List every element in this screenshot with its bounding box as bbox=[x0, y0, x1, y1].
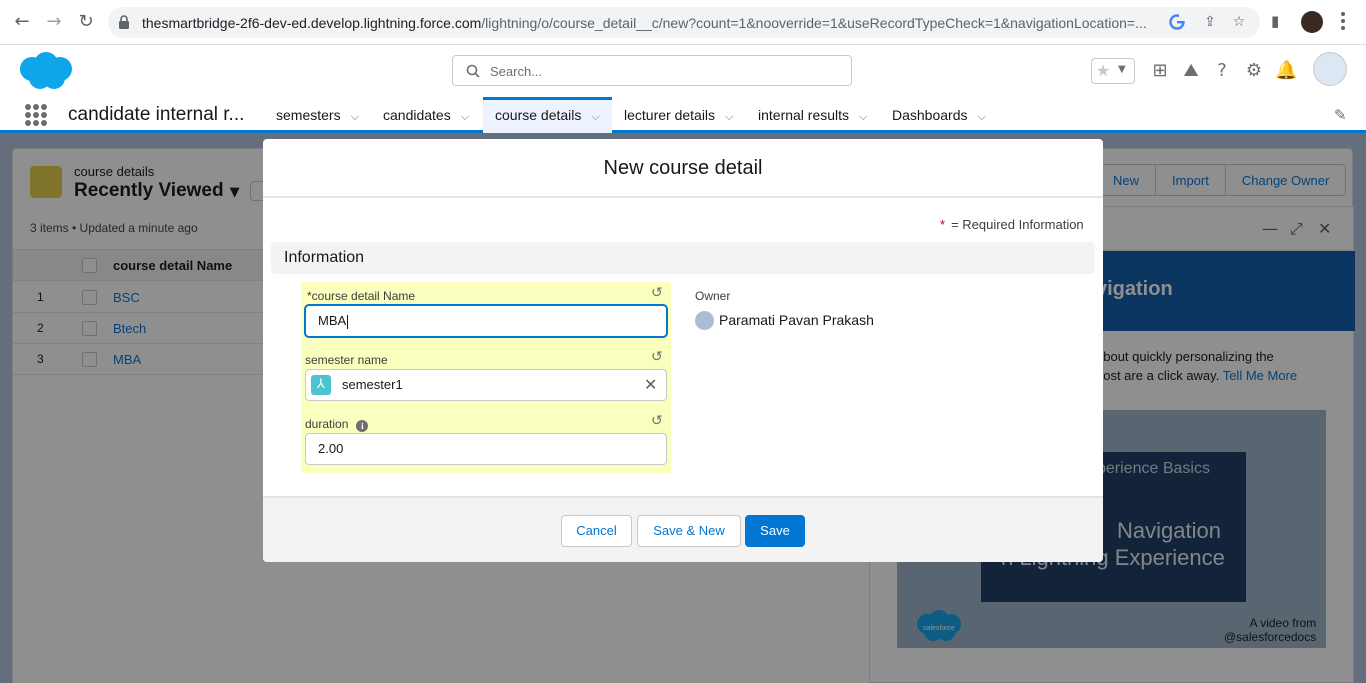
undo-icon[interactable]: ↺ bbox=[651, 285, 663, 301]
bookmark-star-icon[interactable]: ☆ bbox=[1230, 13, 1248, 31]
lock-icon bbox=[119, 15, 129, 29]
tab-semesters[interactable]: semesters ⌵ bbox=[276, 97, 359, 133]
field-label-semester-name: semester name bbox=[305, 353, 388, 367]
chevron-down-icon[interactable]: ⌵ bbox=[591, 110, 599, 124]
url-text: thesmartbridge-2f6-dev-ed.develop.lightn… bbox=[142, 15, 1147, 31]
course-detail-name-input[interactable]: MBA bbox=[305, 305, 667, 337]
clear-selection-icon[interactable]: ✕ bbox=[644, 370, 657, 400]
browser-toolbar: ← → ↻ thesmartbridge-2f6-dev-ed.develop.… bbox=[0, 0, 1366, 45]
required-note-text: = Required Information bbox=[951, 217, 1084, 232]
tab-candidates[interactable]: candidates ⌵ bbox=[383, 97, 469, 133]
modal-title: New course detail bbox=[603, 157, 763, 179]
global-actions-icon[interactable]: ⊞ bbox=[1149, 60, 1171, 82]
field-label-duration: duration i bbox=[305, 417, 369, 432]
undo-icon[interactable]: ↺ bbox=[651, 349, 663, 365]
search-icon bbox=[466, 64, 480, 78]
tab-label: Dashboards bbox=[892, 107, 968, 123]
setup-gear-icon[interactable]: ⚙ bbox=[1243, 60, 1265, 82]
modal-footer: Cancel Save & New Save bbox=[263, 496, 1103, 562]
side-panel-icon[interactable]: ▮ bbox=[1271, 12, 1279, 30]
tab-course-details[interactable]: course details ⌵ bbox=[483, 97, 612, 133]
chevron-down-icon[interactable]: ⌵ bbox=[978, 110, 986, 124]
cancel-button[interactable]: Cancel bbox=[561, 515, 632, 547]
notifications-bell-icon[interactable]: 🔔 bbox=[1275, 60, 1297, 82]
tab-internal-results[interactable]: internal results ⌵ bbox=[758, 97, 867, 133]
field-label-text: course detail Name bbox=[311, 289, 416, 303]
save-button[interactable]: Save bbox=[745, 515, 805, 547]
browser-profile-avatar[interactable] bbox=[1301, 11, 1323, 33]
tab-dashboards[interactable]: Dashboards ⌵ bbox=[892, 97, 986, 133]
edit-nav-pencil-icon[interactable]: ✎ bbox=[1334, 106, 1347, 124]
chevron-down-icon[interactable]: ⌵ bbox=[351, 110, 359, 124]
app-navigation: candidate internal r... semesters ⌵ candi… bbox=[0, 97, 1366, 133]
reload-icon[interactable]: ↻ bbox=[76, 12, 96, 32]
chevron-down-icon[interactable]: ⌵ bbox=[725, 110, 733, 124]
help-icon[interactable]: ? bbox=[1211, 60, 1233, 82]
forward-icon[interactable]: → bbox=[44, 12, 64, 32]
duration-input[interactable]: 2.00 bbox=[305, 433, 667, 465]
owner-label: Owner bbox=[695, 289, 731, 303]
share-icon[interactable]: ⇪ bbox=[1201, 13, 1219, 31]
global-search[interactable]: Search... bbox=[452, 55, 852, 86]
search-placeholder: Search... bbox=[490, 64, 543, 79]
app-launcher-icon[interactable] bbox=[25, 104, 47, 126]
field-label-text: duration bbox=[305, 417, 349, 431]
section-header-information[interactable]: Information bbox=[271, 242, 1095, 274]
new-record-modal: New course detail * = Required Informatio… bbox=[263, 139, 1103, 562]
google-icon[interactable] bbox=[1168, 13, 1186, 31]
tab-label: candidates bbox=[383, 107, 451, 123]
tab-lecturer-details[interactable]: lecturer details ⌵ bbox=[624, 97, 733, 133]
lookup-value: semester1 bbox=[342, 377, 403, 392]
tab-label: course details bbox=[495, 107, 582, 123]
tab-label: lecturer details bbox=[624, 107, 716, 123]
required-asterisk: * bbox=[940, 217, 946, 232]
owner-avatar bbox=[695, 311, 714, 330]
save-and-new-button[interactable]: Save & New bbox=[637, 515, 741, 547]
global-header: Search... ★ ▼ ⊞ ⛰ ? ⚙ 🔔 bbox=[0, 45, 1366, 97]
salesforce-logo[interactable] bbox=[16, 51, 74, 91]
favorites-button[interactable]: ★ ▼ bbox=[1091, 58, 1135, 84]
tab-label: semesters bbox=[276, 107, 341, 123]
chevron-down-icon[interactable]: ⌵ bbox=[461, 110, 469, 124]
chevron-down-icon: ▼ bbox=[1118, 64, 1126, 75]
section-title: Information bbox=[284, 249, 365, 266]
user-avatar[interactable] bbox=[1313, 52, 1347, 86]
semester-object-icon: ⅄ bbox=[311, 375, 331, 395]
browser-menu-icon[interactable] bbox=[1341, 12, 1345, 32]
highlighted-fields: *course detail Name ↺ MBA semester name … bbox=[301, 282, 671, 473]
required-info-note: * = Required Information bbox=[940, 217, 1084, 232]
text-caret bbox=[347, 314, 349, 329]
info-icon[interactable]: i bbox=[356, 420, 369, 432]
owner-name: Paramati Pavan Prakash bbox=[719, 312, 874, 328]
undo-icon[interactable]: ↺ bbox=[651, 413, 663, 429]
app-name: candidate internal r... bbox=[68, 104, 245, 125]
trailhead-icon[interactable]: ⛰ bbox=[1180, 60, 1202, 82]
input-value: MBA bbox=[318, 313, 347, 328]
star-icon: ★ bbox=[1096, 61, 1111, 80]
chevron-down-icon[interactable]: ⌵ bbox=[859, 110, 867, 124]
close-modal-icon[interactable]: ✕ bbox=[1084, 102, 1106, 128]
field-label-course-detail-name: *course detail Name bbox=[307, 289, 415, 303]
tab-label: internal results bbox=[758, 107, 850, 123]
address-bar[interactable]: thesmartbridge-2f6-dev-ed.develop.lightn… bbox=[108, 7, 1260, 38]
modal-header: New course detail bbox=[263, 139, 1103, 198]
back-icon[interactable]: ← bbox=[12, 12, 32, 32]
semester-name-lookup[interactable]: ⅄ semester1 ✕ bbox=[305, 369, 667, 401]
